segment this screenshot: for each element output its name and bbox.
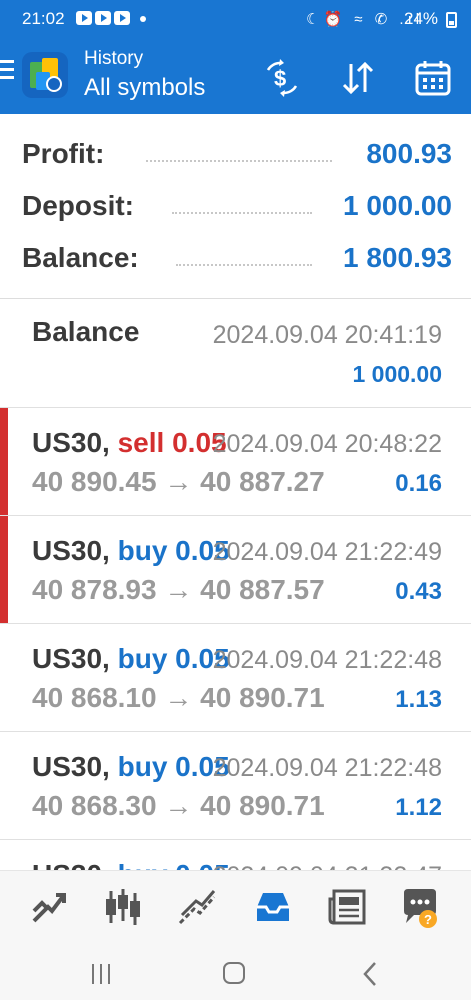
chart-icon xyxy=(106,889,140,925)
balance-entry[interactable]: Balance 2024.09.04 20:41:19 1 000.00 xyxy=(0,299,471,408)
trade-row[interactable]: US30, sell 0.05 2024.09.04 20:48:22 40 8… xyxy=(0,408,471,516)
balance-label: Balance: xyxy=(22,242,139,273)
arrow-icon: → xyxy=(164,790,193,821)
balance-entry-amount: 1 000.00 xyxy=(352,361,442,387)
summary-panel: Profit: 800.93 Deposit: 1 000.00 Balance… xyxy=(0,114,471,299)
youtube-notification-icon xyxy=(76,11,92,25)
open-price: 40 890.45 xyxy=(32,466,157,497)
trade-row[interactable]: US30, buy 0.05 2024.09.04 21:22:47 xyxy=(0,840,471,870)
deposit-label: Deposit: xyxy=(22,190,134,221)
more-notifications-icon xyxy=(140,16,146,22)
position-marker xyxy=(0,516,8,623)
notification-icons xyxy=(76,11,130,25)
deposit-row: Deposit: 1 000.00 xyxy=(22,190,452,230)
trade-symbol: US30, xyxy=(32,535,110,566)
leader-dots xyxy=(146,160,332,162)
trade-profit: 0.16 xyxy=(395,470,442,497)
back-icon xyxy=(363,962,376,986)
trade-profit: 1.13 xyxy=(395,686,442,713)
trade-symbol: US30, xyxy=(32,427,110,458)
status-bar: 21:02 ☾⏰ ≈ ✆ .ıl 24% xyxy=(0,0,471,38)
close-price: 40 890.71 xyxy=(200,790,325,821)
status-time: 21:02 xyxy=(22,9,65,28)
chat-icon: ? xyxy=(404,889,437,928)
header-subtitle: History xyxy=(84,48,144,69)
nav-chart[interactable] xyxy=(101,885,149,929)
battery-percent: 24% xyxy=(404,9,439,28)
trade-side: sell 0.05 xyxy=(117,427,227,458)
header-title[interactable]: All symbols xyxy=(84,74,205,102)
close-price: 40 887.57 xyxy=(200,574,325,605)
open-price: 40 868.30 xyxy=(32,790,157,821)
calendar-button[interactable] xyxy=(413,58,453,98)
arrow-icon: → xyxy=(164,682,193,713)
trade-date: 2024.09.04 21:22:48 xyxy=(212,754,442,782)
open-price: 40 878.93 xyxy=(32,574,157,605)
svg-text:$: $ xyxy=(274,66,286,91)
open-price: 40 868.10 xyxy=(32,682,157,713)
close-price: 40 890.71 xyxy=(200,682,325,713)
profit-row: Profit: 800.93 xyxy=(22,138,452,178)
profit-label: Profit: xyxy=(22,138,105,169)
trade-date: 2024.09.04 21:22:49 xyxy=(212,538,442,566)
calendar-icon xyxy=(415,61,451,96)
arrow-icon: → xyxy=(164,574,193,605)
sort-icon xyxy=(342,61,374,95)
profit-value: 800.93 xyxy=(366,138,452,169)
trade-profit: 1.12 xyxy=(395,794,442,821)
history-icon xyxy=(257,893,289,921)
balance-value: 1 800.93 xyxy=(343,242,452,273)
close-price: 40 887.27 xyxy=(200,466,325,497)
arrow-icon: → xyxy=(164,466,193,497)
leader-dots xyxy=(176,264,312,266)
menu-icon[interactable] xyxy=(0,60,16,90)
nav-news[interactable] xyxy=(326,885,374,929)
currency-swap-button[interactable]: $ xyxy=(262,58,302,98)
balance-entry-date: 2024.09.04 20:41:19 xyxy=(212,321,442,349)
nav-chat[interactable]: ? xyxy=(398,885,446,929)
nav-trade[interactable] xyxy=(176,885,224,929)
app-bar: History All symbols $ xyxy=(0,38,471,114)
balance-entry-label: Balance xyxy=(32,316,140,347)
trade-row[interactable]: US30, buy 0.05 2024.09.04 21:22:49 40 87… xyxy=(0,516,471,624)
battery-icon xyxy=(446,12,457,28)
youtube-notification-icon xyxy=(95,11,111,25)
trade-date: 2024.09.04 20:48:22 xyxy=(212,430,442,458)
nav-history[interactable] xyxy=(251,885,299,929)
recents-button[interactable] xyxy=(92,964,112,984)
news-icon xyxy=(328,889,366,925)
system-navigation-bar xyxy=(0,942,471,1000)
trade-symbol: US30, xyxy=(32,859,110,870)
position-marker xyxy=(0,408,8,515)
leader-dots xyxy=(172,212,312,214)
trade-row[interactable]: US30, buy 0.05 2024.09.04 21:22:48 40 86… xyxy=(0,624,471,732)
bottom-navigation: ? xyxy=(0,870,471,943)
deposit-value: 1 000.00 xyxy=(343,190,452,221)
home-button[interactable] xyxy=(223,962,245,984)
trade-symbol: US30, xyxy=(32,751,110,782)
back-button[interactable] xyxy=(360,961,380,987)
trade-row[interactable]: US30, buy 0.05 2024.09.04 21:22:48 40 86… xyxy=(0,732,471,840)
youtube-notification-icon xyxy=(114,11,130,25)
trade-profit: 0.43 xyxy=(395,578,442,605)
trade-date: 2024.09.04 21:22:47 xyxy=(213,862,442,870)
trade-symbol: US30, xyxy=(32,643,110,674)
svg-text:?: ? xyxy=(424,912,432,927)
trade-icon xyxy=(178,890,216,925)
nav-quotes[interactable] xyxy=(28,885,76,929)
balance-row: Balance: 1 800.93 xyxy=(22,242,452,282)
quotes-icon xyxy=(32,893,66,923)
trade-date: 2024.09.04 21:22:48 xyxy=(212,646,442,674)
app-logo-icon[interactable] xyxy=(22,52,68,98)
sort-button[interactable] xyxy=(338,58,378,98)
currency-swap-icon: $ xyxy=(266,59,298,97)
